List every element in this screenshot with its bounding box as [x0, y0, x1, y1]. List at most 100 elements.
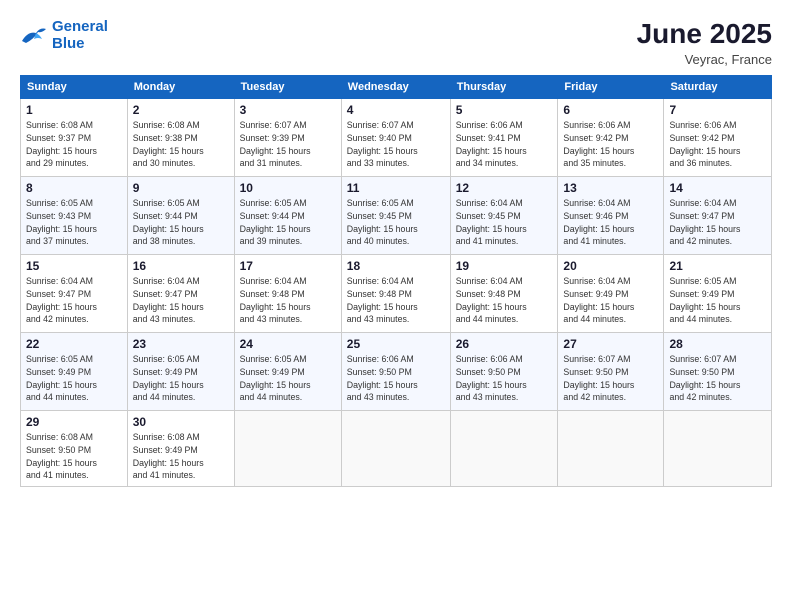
page: General Blue June 2025 Veyrac, France Su… [0, 0, 792, 612]
table-cell: 26 Sunrise: 6:06 AM Sunset: 9:50 PM Dayl… [450, 333, 558, 411]
month-title: June 2025 [637, 18, 772, 50]
table-cell [558, 411, 664, 487]
day-number: 6 [563, 103, 658, 117]
day-info: Sunrise: 6:05 AM Sunset: 9:49 PM Dayligh… [133, 353, 229, 404]
table-cell [450, 411, 558, 487]
day-number: 26 [456, 337, 553, 351]
day-number: 19 [456, 259, 553, 273]
logo-text: General Blue [52, 18, 108, 53]
day-number: 4 [347, 103, 445, 117]
logo-icon [20, 23, 48, 47]
col-wednesday: Wednesday [341, 76, 450, 99]
day-number: 12 [456, 181, 553, 195]
table-cell: 29 Sunrise: 6:08 AM Sunset: 9:50 PM Dayl… [21, 411, 128, 487]
day-number: 27 [563, 337, 658, 351]
table-cell: 12 Sunrise: 6:04 AM Sunset: 9:45 PM Dayl… [450, 177, 558, 255]
table-cell: 18 Sunrise: 6:04 AM Sunset: 9:48 PM Dayl… [341, 255, 450, 333]
day-info: Sunrise: 6:06 AM Sunset: 9:41 PM Dayligh… [456, 119, 553, 170]
table-cell: 10 Sunrise: 6:05 AM Sunset: 9:44 PM Dayl… [234, 177, 341, 255]
table-cell: 19 Sunrise: 6:04 AM Sunset: 9:48 PM Dayl… [450, 255, 558, 333]
table-cell: 6 Sunrise: 6:06 AM Sunset: 9:42 PM Dayli… [558, 99, 664, 177]
title-block: June 2025 Veyrac, France [637, 18, 772, 67]
day-info: Sunrise: 6:05 AM Sunset: 9:49 PM Dayligh… [26, 353, 122, 404]
day-info: Sunrise: 6:04 AM Sunset: 9:48 PM Dayligh… [347, 275, 445, 326]
day-number: 30 [133, 415, 229, 429]
day-number: 25 [347, 337, 445, 351]
day-info: Sunrise: 6:05 AM Sunset: 9:49 PM Dayligh… [669, 275, 766, 326]
col-sunday: Sunday [21, 76, 128, 99]
day-info: Sunrise: 6:04 AM Sunset: 9:46 PM Dayligh… [563, 197, 658, 248]
day-info: Sunrise: 6:08 AM Sunset: 9:50 PM Dayligh… [26, 431, 122, 482]
table-cell: 23 Sunrise: 6:05 AM Sunset: 9:49 PM Dayl… [127, 333, 234, 411]
day-number: 13 [563, 181, 658, 195]
table-cell: 20 Sunrise: 6:04 AM Sunset: 9:49 PM Dayl… [558, 255, 664, 333]
day-number: 7 [669, 103, 766, 117]
table-cell [664, 411, 772, 487]
day-info: Sunrise: 6:06 AM Sunset: 9:50 PM Dayligh… [456, 353, 553, 404]
table-cell: 17 Sunrise: 6:04 AM Sunset: 9:48 PM Dayl… [234, 255, 341, 333]
day-info: Sunrise: 6:04 AM Sunset: 9:45 PM Dayligh… [456, 197, 553, 248]
day-info: Sunrise: 6:04 AM Sunset: 9:47 PM Dayligh… [26, 275, 122, 326]
col-thursday: Thursday [450, 76, 558, 99]
day-info: Sunrise: 6:04 AM Sunset: 9:49 PM Dayligh… [563, 275, 658, 326]
col-friday: Friday [558, 76, 664, 99]
table-cell: 22 Sunrise: 6:05 AM Sunset: 9:49 PM Dayl… [21, 333, 128, 411]
day-info: Sunrise: 6:06 AM Sunset: 9:42 PM Dayligh… [669, 119, 766, 170]
day-info: Sunrise: 6:05 AM Sunset: 9:49 PM Dayligh… [240, 353, 336, 404]
day-info: Sunrise: 6:07 AM Sunset: 9:50 PM Dayligh… [563, 353, 658, 404]
table-cell: 21 Sunrise: 6:05 AM Sunset: 9:49 PM Dayl… [664, 255, 772, 333]
day-number: 20 [563, 259, 658, 273]
table-cell [234, 411, 341, 487]
day-info: Sunrise: 6:04 AM Sunset: 9:48 PM Dayligh… [456, 275, 553, 326]
day-number: 14 [669, 181, 766, 195]
day-number: 16 [133, 259, 229, 273]
header-row: Sunday Monday Tuesday Wednesday Thursday… [21, 76, 772, 99]
day-info: Sunrise: 6:08 AM Sunset: 9:38 PM Dayligh… [133, 119, 229, 170]
col-saturday: Saturday [664, 76, 772, 99]
day-number: 28 [669, 337, 766, 351]
table-cell: 28 Sunrise: 6:07 AM Sunset: 9:50 PM Dayl… [664, 333, 772, 411]
table-cell: 30 Sunrise: 6:08 AM Sunset: 9:49 PM Dayl… [127, 411, 234, 487]
day-info: Sunrise: 6:07 AM Sunset: 9:40 PM Dayligh… [347, 119, 445, 170]
day-number: 18 [347, 259, 445, 273]
day-number: 23 [133, 337, 229, 351]
day-number: 22 [26, 337, 122, 351]
day-info: Sunrise: 6:05 AM Sunset: 9:44 PM Dayligh… [240, 197, 336, 248]
day-number: 21 [669, 259, 766, 273]
day-number: 2 [133, 103, 229, 117]
table-cell: 3 Sunrise: 6:07 AM Sunset: 9:39 PM Dayli… [234, 99, 341, 177]
day-info: Sunrise: 6:07 AM Sunset: 9:39 PM Dayligh… [240, 119, 336, 170]
table-cell: 25 Sunrise: 6:06 AM Sunset: 9:50 PM Dayl… [341, 333, 450, 411]
day-info: Sunrise: 6:07 AM Sunset: 9:50 PM Dayligh… [669, 353, 766, 404]
table-cell: 4 Sunrise: 6:07 AM Sunset: 9:40 PM Dayli… [341, 99, 450, 177]
day-info: Sunrise: 6:05 AM Sunset: 9:45 PM Dayligh… [347, 197, 445, 248]
day-info: Sunrise: 6:08 AM Sunset: 9:49 PM Dayligh… [133, 431, 229, 482]
location: Veyrac, France [637, 52, 772, 67]
table-cell: 13 Sunrise: 6:04 AM Sunset: 9:46 PM Dayl… [558, 177, 664, 255]
table-cell: 7 Sunrise: 6:06 AM Sunset: 9:42 PM Dayli… [664, 99, 772, 177]
table-cell: 5 Sunrise: 6:06 AM Sunset: 9:41 PM Dayli… [450, 99, 558, 177]
day-number: 10 [240, 181, 336, 195]
day-number: 29 [26, 415, 122, 429]
table-cell: 16 Sunrise: 6:04 AM Sunset: 9:47 PM Dayl… [127, 255, 234, 333]
day-info: Sunrise: 6:08 AM Sunset: 9:37 PM Dayligh… [26, 119, 122, 170]
day-number: 24 [240, 337, 336, 351]
day-info: Sunrise: 6:04 AM Sunset: 9:48 PM Dayligh… [240, 275, 336, 326]
day-number: 1 [26, 103, 122, 117]
day-number: 17 [240, 259, 336, 273]
calendar-table: Sunday Monday Tuesday Wednesday Thursday… [20, 75, 772, 487]
table-cell [341, 411, 450, 487]
day-info: Sunrise: 6:05 AM Sunset: 9:43 PM Dayligh… [26, 197, 122, 248]
table-cell: 27 Sunrise: 6:07 AM Sunset: 9:50 PM Dayl… [558, 333, 664, 411]
day-number: 5 [456, 103, 553, 117]
logo: General Blue [20, 18, 108, 53]
table-cell: 14 Sunrise: 6:04 AM Sunset: 9:47 PM Dayl… [664, 177, 772, 255]
header: General Blue June 2025 Veyrac, France [20, 18, 772, 67]
table-cell: 8 Sunrise: 6:05 AM Sunset: 9:43 PM Dayli… [21, 177, 128, 255]
table-cell: 9 Sunrise: 6:05 AM Sunset: 9:44 PM Dayli… [127, 177, 234, 255]
day-info: Sunrise: 6:05 AM Sunset: 9:44 PM Dayligh… [133, 197, 229, 248]
day-info: Sunrise: 6:04 AM Sunset: 9:47 PM Dayligh… [669, 197, 766, 248]
day-number: 15 [26, 259, 122, 273]
table-cell: 2 Sunrise: 6:08 AM Sunset: 9:38 PM Dayli… [127, 99, 234, 177]
day-number: 3 [240, 103, 336, 117]
